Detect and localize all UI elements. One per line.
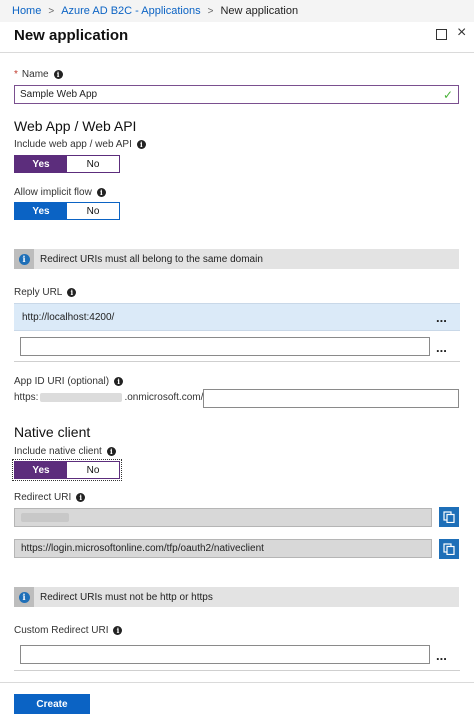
include-web-app-toggle[interactable]: Yes No [14,155,120,173]
include-native-client-no[interactable]: No [67,462,119,478]
breadcrumb: Home > Azure AD B2C - Applications > New… [0,0,474,22]
custom-redirect-uri-label: Custom Redirect URI i [14,625,123,636]
implicit-flow-no[interactable]: No [67,203,119,219]
redirect-uri-2-value: https://login.microsoftonline.com/tfp/oa… [21,543,264,554]
chevron-right-icon: > [207,5,214,17]
implicit-flow-toggle[interactable]: Yes No [14,202,120,220]
app-id-uri-prefix-row: https: .onmicrosoft.com/ [14,392,203,403]
include-native-client-label-text: Include native client [14,446,102,457]
info-icon[interactable]: i [113,626,123,635]
banner-icon-box: i [14,249,34,269]
implicit-flow-yes[interactable]: Yes [15,203,67,219]
app-id-uri-suffix: .onmicrosoft.com/ [124,392,204,403]
name-label-text: Name [21,69,49,80]
redacted-redirect-uri [21,513,69,522]
breadcrumb-current: New application [220,5,299,17]
info-icon: i [18,253,30,265]
include-web-app-no[interactable]: No [67,156,119,172]
info-banner-same-domain: i Redirect URIs must all belong to the s… [14,249,459,269]
custom-redirect-uri-label-text: Custom Redirect URI [14,625,109,636]
include-native-client-label: Include native client i [14,446,116,457]
info-icon[interactable]: i [136,140,146,149]
footer-divider [0,682,474,683]
banner-text: Redirect URIs must not be http or https [40,591,213,603]
reply-url-value: http://localhost:4200/ [22,311,115,323]
create-button[interactable]: Create [14,694,90,714]
app-id-uri-label-text: App ID URI (optional) [14,376,110,387]
app-id-uri-input[interactable] [203,389,459,408]
reply-url-more-button[interactable]: ... [436,311,447,324]
redirect-uri-label: Redirect URI i [14,492,86,503]
breadcrumb-b2c-applications-link[interactable]: Azure AD B2C - Applications [61,5,200,17]
checkmark-icon: ✓ [442,88,453,102]
info-icon[interactable]: i [96,188,106,197]
copy-button[interactable] [439,539,459,559]
divider [0,52,474,53]
reply-url-label-text: Reply URL [14,287,63,298]
name-input[interactable]: Sample Web App ✓ [14,85,459,104]
redirect-uri-label-text: Redirect URI [14,492,72,503]
reply-url-input-more-button[interactable]: ... [436,341,447,354]
info-icon[interactable]: i [106,447,116,456]
info-icon[interactable]: i [67,288,77,297]
banner-icon-box: i [14,587,34,607]
maximize-icon[interactable] [436,29,447,40]
include-web-app-yes[interactable]: Yes [15,156,67,172]
copy-icon [443,543,455,555]
copy-button[interactable] [439,507,459,527]
info-icon[interactable]: i [53,70,63,79]
info-icon[interactable]: i [114,377,124,386]
redirect-uri-field-1 [14,508,432,527]
redirect-uri-field-2: https://login.microsoftonline.com/tfp/oa… [14,539,432,558]
include-web-app-label: Include web app / web API i [14,139,146,150]
custom-redirect-uri-more-button[interactable]: ... [436,649,447,662]
include-native-client-toggle[interactable]: Yes No [12,459,122,481]
include-web-app-label-text: Include web app / web API [14,139,132,150]
app-id-uri-prefix: https: [14,392,39,403]
implicit-flow-label: Allow implicit flow i [14,187,106,198]
breadcrumb-home-link[interactable]: Home [12,5,41,17]
name-input-value: Sample Web App [20,89,98,100]
copy-icon [443,511,455,523]
banner-text: Redirect URIs must all belong to the sam… [40,253,263,265]
required-mark: * [14,69,18,80]
divider [14,670,460,671]
redacted-tenant [40,393,123,402]
reply-url-label: Reply URL i [14,287,77,298]
name-label: * Name i [14,69,63,80]
reply-url-input[interactable] [20,337,430,356]
close-icon[interactable]: × [457,24,466,42]
include-native-client-yes[interactable]: Yes [15,462,67,478]
reply-url-row[interactable]: http://localhost:4200/ [14,303,460,331]
implicit-flow-label-text: Allow implicit flow [14,187,92,198]
info-icon: i [18,591,30,603]
custom-redirect-uri-input[interactable] [20,645,430,664]
page-title: New application [14,27,129,44]
info-icon[interactable]: i [76,493,86,502]
chevron-right-icon: > [48,5,55,17]
native-client-heading: Native client [14,424,91,440]
web-app-heading: Web App / Web API [14,118,137,134]
info-banner-not-http: i Redirect URIs must not be http or http… [14,587,459,607]
divider [14,361,460,362]
app-id-uri-label: App ID URI (optional) i [14,376,124,387]
